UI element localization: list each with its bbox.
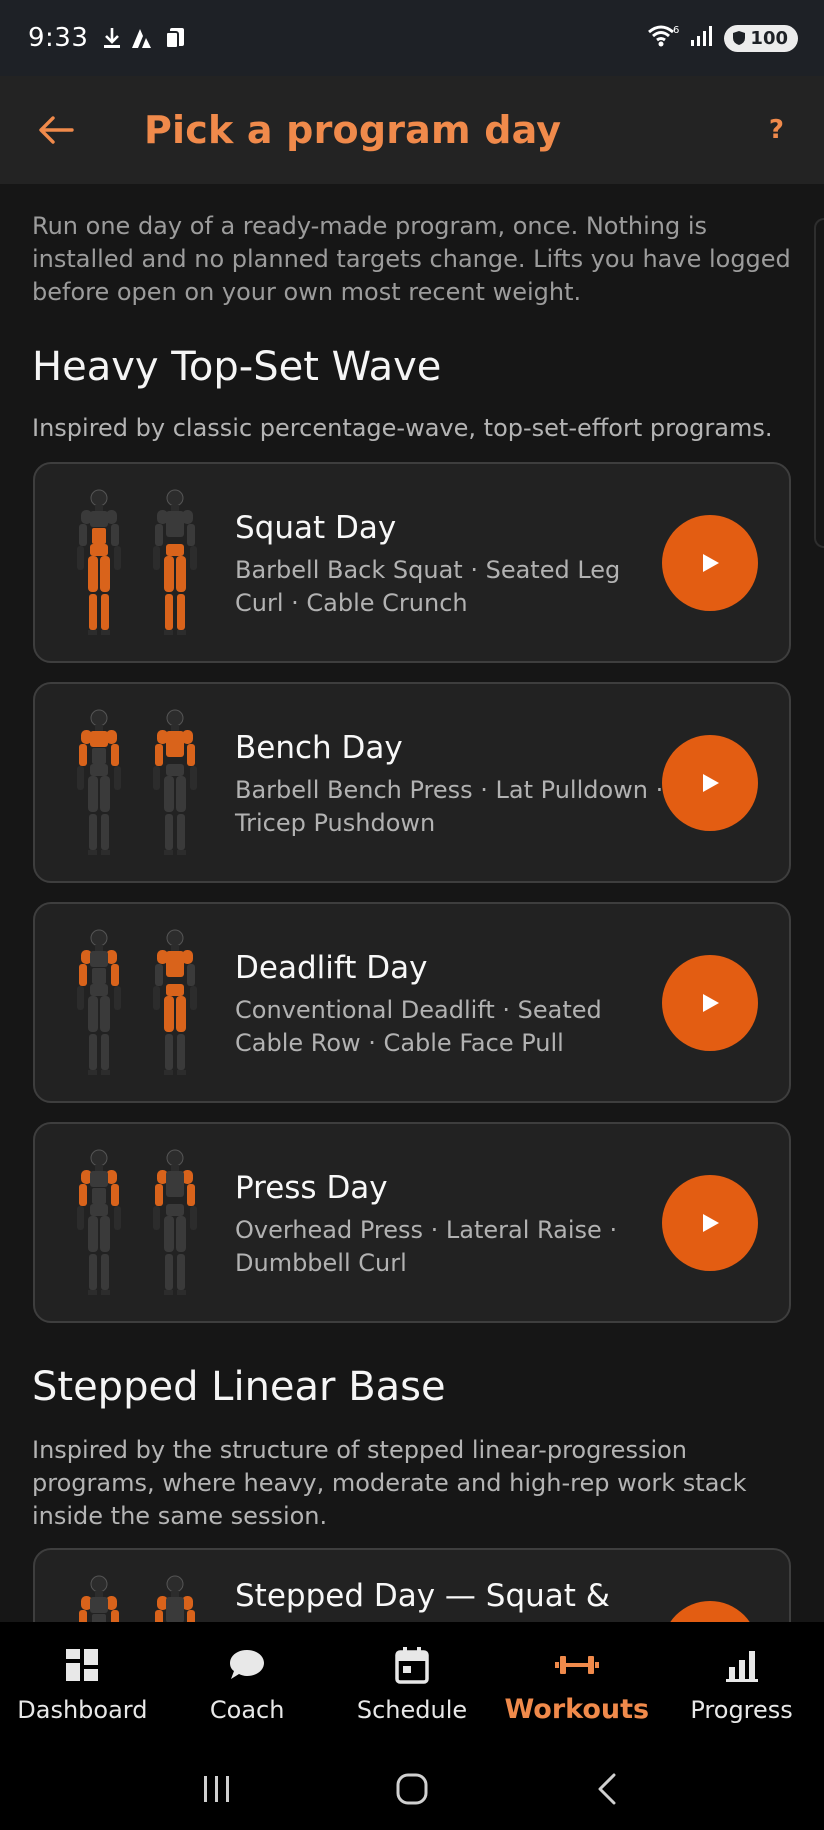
system-back-button[interactable] bbox=[567, 1759, 647, 1819]
shield-icon bbox=[733, 31, 746, 45]
muscle-map-bench bbox=[77, 709, 197, 855]
day-exercises: Overhead Press · Lateral Raise · Dumbbel… bbox=[235, 1216, 618, 1277]
start-day-button[interactable] bbox=[662, 515, 758, 611]
program-day-card[interactable]: Bench Day Barbell Bench Press · Lat Pull… bbox=[33, 682, 791, 883]
muscle-map-deadlift bbox=[77, 929, 197, 1075]
intro-text: Run one day of a ready-made program, onc… bbox=[32, 212, 791, 306]
back-arrow-icon bbox=[39, 116, 74, 144]
recent-apps-icon bbox=[204, 1776, 230, 1802]
section-title: Heavy Top-Set Wave bbox=[32, 344, 442, 390]
download-icon bbox=[102, 26, 122, 50]
dumbbell-icon bbox=[554, 1644, 600, 1686]
start-day-button[interactable] bbox=[662, 1601, 758, 1622]
nav-label: Schedule bbox=[356, 1696, 468, 1724]
home-icon bbox=[396, 1773, 428, 1805]
nav-coach[interactable]: Coach bbox=[165, 1622, 330, 1748]
play-icon bbox=[703, 774, 719, 792]
play-icon bbox=[703, 994, 719, 1012]
nav-workouts[interactable]: Workouts bbox=[494, 1622, 659, 1748]
scroll-indicator[interactable] bbox=[814, 218, 824, 548]
status-right: 6 100 bbox=[646, 23, 798, 53]
day-exercises: Barbell Bench Press · Lat Pulldown · Tri… bbox=[235, 776, 664, 837]
nav-label: Coach bbox=[209, 1696, 285, 1724]
battery-level: 100 bbox=[750, 27, 788, 49]
bottom-nav: Dashboard Coach Schedule Workouts Progre… bbox=[0, 1622, 824, 1748]
section-description: Inspired by the structure of stepped lin… bbox=[32, 1436, 747, 1530]
nav-progress[interactable]: Progress bbox=[659, 1622, 824, 1748]
muscle-map-squat bbox=[77, 489, 197, 635]
day-exercises: Conventional Deadlift · Seated Cable Row… bbox=[235, 996, 602, 1057]
help-button[interactable]: ? bbox=[769, 115, 784, 145]
day-title: Press Day bbox=[235, 1170, 388, 1206]
day-title: Squat Day bbox=[235, 510, 397, 546]
nav-label: Progress bbox=[690, 1696, 793, 1724]
calendar-icon bbox=[395, 1644, 429, 1686]
section-title: Stepped Linear Base bbox=[32, 1364, 446, 1410]
day-title: Bench Day bbox=[235, 730, 403, 766]
wifi-icon: 6 bbox=[646, 23, 680, 53]
chat-bubble-icon bbox=[228, 1644, 266, 1686]
bar-chart-icon bbox=[724, 1644, 760, 1686]
home-button[interactable] bbox=[372, 1759, 452, 1819]
signal-badge: 6 bbox=[673, 25, 679, 36]
section-description: Inspired by classic percentage-wave, top… bbox=[32, 414, 773, 442]
app-header: Pick a program day ? bbox=[0, 76, 824, 184]
notification-icons bbox=[102, 26, 186, 50]
start-day-button[interactable] bbox=[662, 955, 758, 1051]
status-time: 9:33 bbox=[28, 23, 89, 53]
app-notification-icon bbox=[130, 26, 156, 50]
program-day-card[interactable]: Deadlift Day Conventional Deadlift · Sea… bbox=[33, 902, 791, 1103]
muscle-map-stepped bbox=[79, 1575, 195, 1622]
play-icon bbox=[703, 554, 719, 572]
play-icon bbox=[703, 1214, 719, 1232]
nav-dashboard[interactable]: Dashboard bbox=[0, 1622, 165, 1748]
start-day-button[interactable] bbox=[662, 1175, 758, 1271]
system-back-icon bbox=[598, 1773, 616, 1805]
main-content[interactable]: Run one day of a ready-made program, onc… bbox=[0, 184, 824, 1622]
battery-indicator: 100 bbox=[724, 24, 798, 52]
page-title: Pick a program day bbox=[144, 108, 562, 152]
nav-label: Dashboard bbox=[17, 1696, 148, 1724]
program-day-card[interactable]: Stepped Day — Squat & bbox=[33, 1548, 791, 1622]
day-title: Stepped Day — Squat & bbox=[235, 1578, 610, 1614]
recent-apps-button[interactable] bbox=[177, 1759, 257, 1819]
nav-label: Workouts bbox=[504, 1694, 650, 1725]
program-day-card[interactable]: Squat Day Barbell Back Squat · Seated Le… bbox=[33, 462, 791, 663]
nav-schedule[interactable]: Schedule bbox=[330, 1622, 495, 1748]
day-exercises: Barbell Back Squat · Seated Leg Curl · C… bbox=[235, 556, 621, 617]
muscle-map-press bbox=[77, 1149, 197, 1295]
start-day-button[interactable] bbox=[662, 735, 758, 831]
dashboard-icon bbox=[64, 1644, 100, 1686]
system-nav bbox=[0, 1748, 824, 1830]
program-day-card[interactable]: Press Day Overhead Press · Lateral Raise… bbox=[33, 1122, 791, 1323]
day-title: Deadlift Day bbox=[235, 950, 428, 986]
clipboard-icon bbox=[164, 26, 186, 50]
cellular-signal-icon bbox=[690, 24, 714, 52]
status-bar: 9:33 6 100 bbox=[0, 0, 824, 76]
back-button[interactable] bbox=[28, 102, 84, 158]
